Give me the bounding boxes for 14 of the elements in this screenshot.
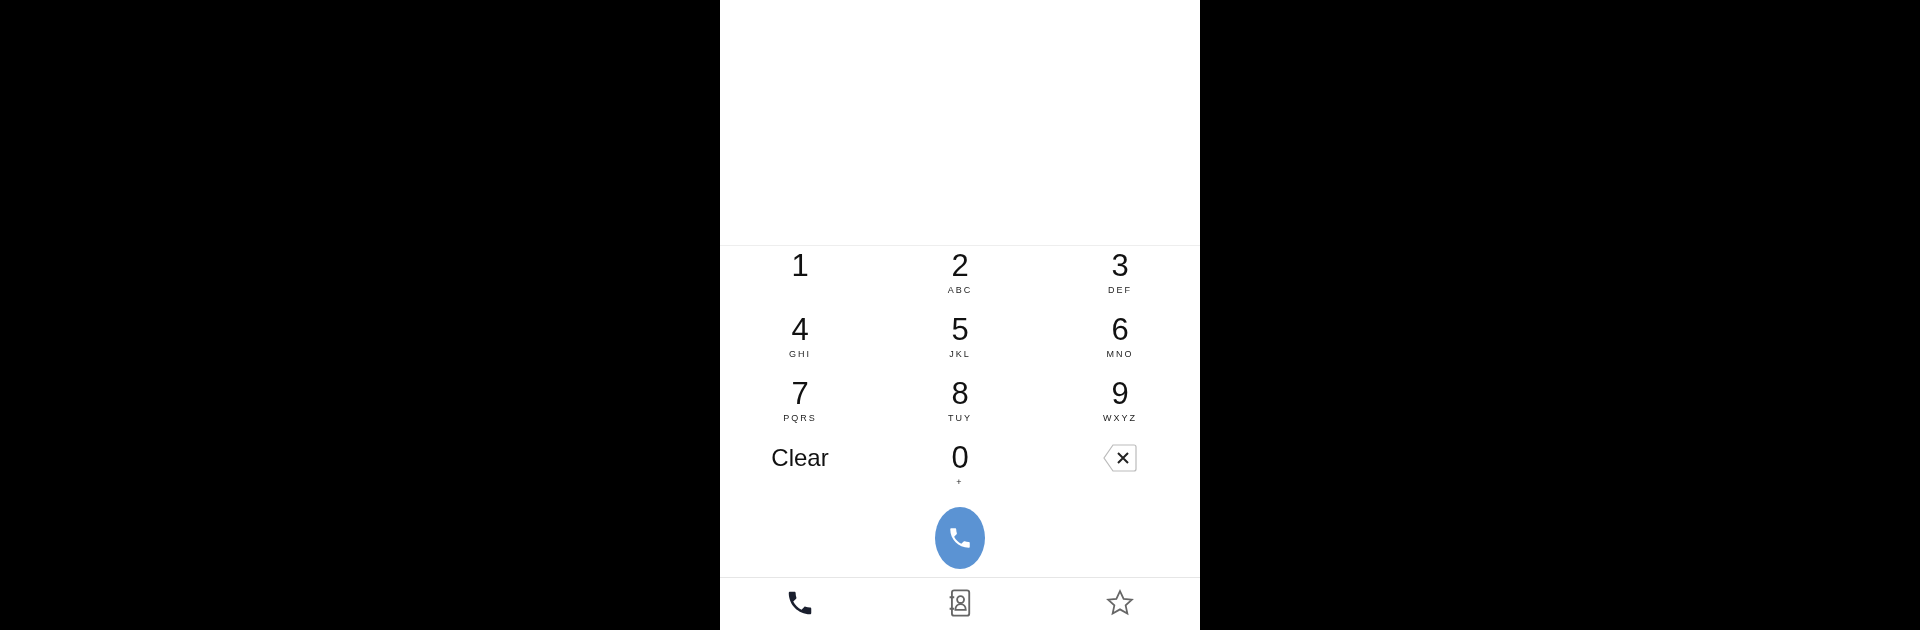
dial-key[interactable]: 2 ABC [930,250,990,306]
phone-icon [947,525,973,551]
dial-key[interactable]: 8 TUY [930,378,990,434]
dial-key[interactable]: 0 + [930,442,990,498]
dial-key[interactable]: 7 PQRS [770,378,830,434]
dial-key[interactable]: 6 MNO [1090,314,1150,370]
dial-key[interactable]: 9 WXYZ [1090,378,1150,434]
dial-key[interactable]: 4 GHI [770,314,830,370]
backspace-icon[interactable] [1103,443,1137,472]
dial-key[interactable]: 5 JKL [930,314,990,370]
clear-button[interactable]: Clear [770,442,830,498]
star-icon [1105,588,1135,618]
dial-key[interactable]: 1 [770,250,830,306]
dial-key[interactable]: 3 DEF [1090,250,1150,306]
